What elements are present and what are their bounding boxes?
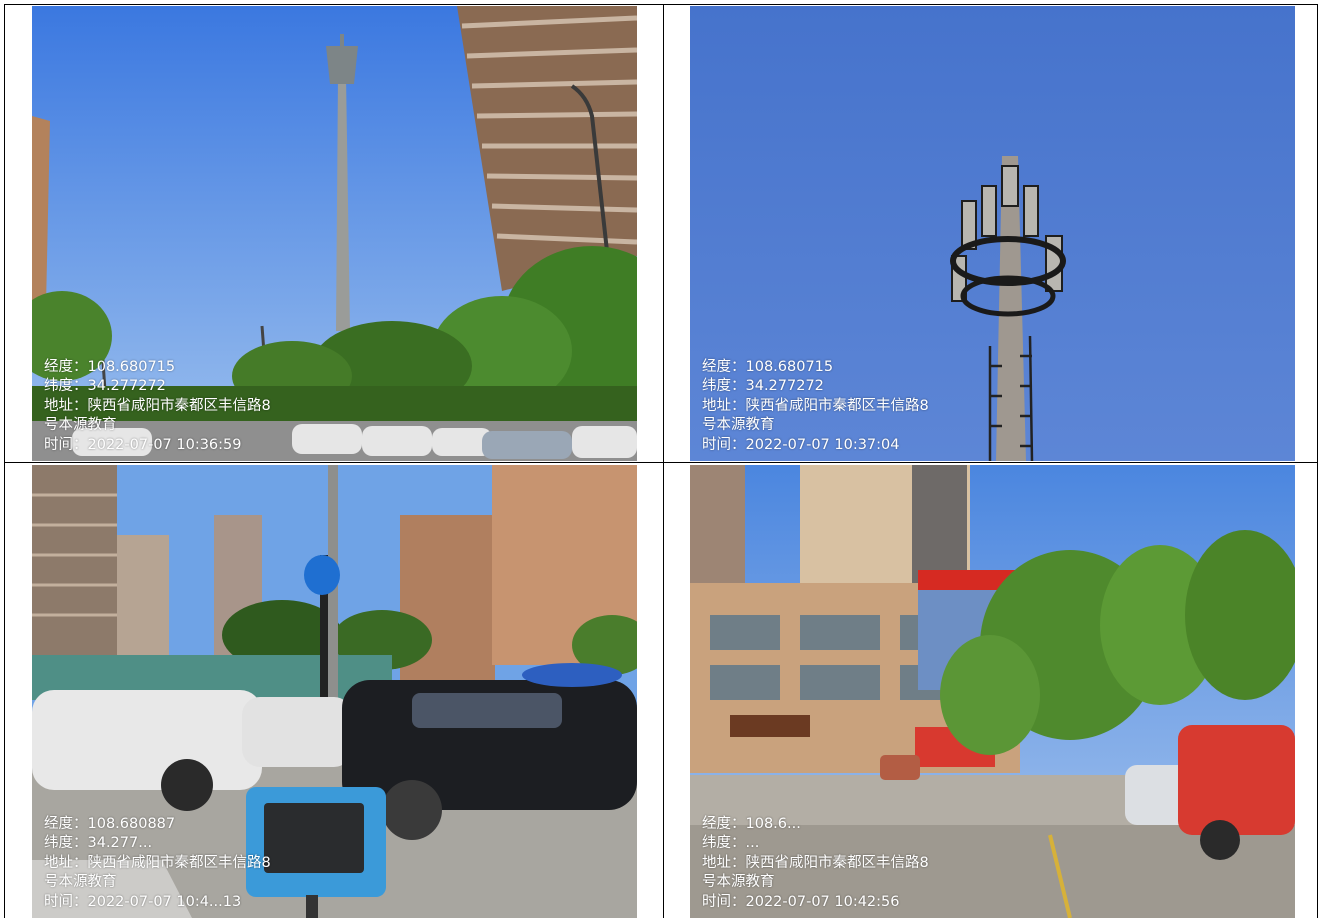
watermark-latitude: 纬度：34.277272 <box>702 378 824 394</box>
watermark-time: 时间：2022-07-07 10:42:56 <box>702 893 900 910</box>
photo-tower-antennas: 经度：108.680715 纬度：34.277272 地址：陕西省咸阳市秦都区丰… <box>690 6 1295 461</box>
watermark-longitude: 经度：108.680887 <box>44 815 176 832</box>
grid-border-right <box>1317 4 1318 918</box>
watermark-latitude: 纬度：34.277272 <box>44 378 166 394</box>
watermark-latitude: 纬度：34.277... <box>44 835 153 851</box>
photo-signal-tester: 经度：108.680887 纬度：34.277... 地址：陕西省咸阳市秦都区丰… <box>32 465 637 918</box>
photo-watermark: 经度：108.680887 纬度：34.277... 地址：陕西省咸阳市秦都区丰… <box>44 815 271 913</box>
watermark-address: 地址：陕西省咸阳市秦都区丰信路8 <box>702 854 929 871</box>
grid-divider-horizontal <box>4 462 1318 463</box>
photo-tower-street: 经度：108.680715 纬度：34.277272 地址：陕西省咸阳市秦都区丰… <box>32 6 637 461</box>
watermark-address-cont: 号本源教育 <box>44 874 117 890</box>
watermark-longitude: 经度：108.680715 <box>702 358 834 375</box>
watermark-time: 时间：2022-07-07 10:37:04 <box>702 436 900 453</box>
watermark-longitude: 经度：108.6... <box>702 815 801 832</box>
grid-divider-vertical <box>663 4 664 918</box>
watermark-time: 时间：2022-07-07 10:36:59 <box>44 436 242 453</box>
watermark-latitude: 纬度：... <box>702 835 760 851</box>
watermark-address: 地址：陕西省咸阳市秦都区丰信路8 <box>44 397 271 414</box>
photo-watermark: 经度：108.680715 纬度：34.277272 地址：陕西省咸阳市秦都区丰… <box>44 358 271 456</box>
watermark-address-cont: 号本源教育 <box>702 417 775 433</box>
watermark-longitude: 经度：108.680715 <box>44 358 176 375</box>
watermark-address: 地址：陕西省咸阳市秦都区丰信路8 <box>44 854 271 871</box>
watermark-time: 时间：2022-07-07 10:4...13 <box>44 893 242 910</box>
watermark-address: 地址：陕西省咸阳市秦都区丰信路8 <box>702 397 929 414</box>
photo-watermark: 经度：108.680715 纬度：34.277272 地址：陕西省咸阳市秦都区丰… <box>702 358 929 456</box>
photo-watermark: 经度：108.6... 纬度：... 地址：陕西省咸阳市秦都区丰信路8 号本源教… <box>702 815 929 913</box>
watermark-address-cont: 号本源教育 <box>44 417 117 433</box>
photo-building-parking: 经度：108.6... 纬度：... 地址：陕西省咸阳市秦都区丰信路8 号本源教… <box>690 465 1295 918</box>
watermark-address-cont: 号本源教育 <box>702 874 775 890</box>
